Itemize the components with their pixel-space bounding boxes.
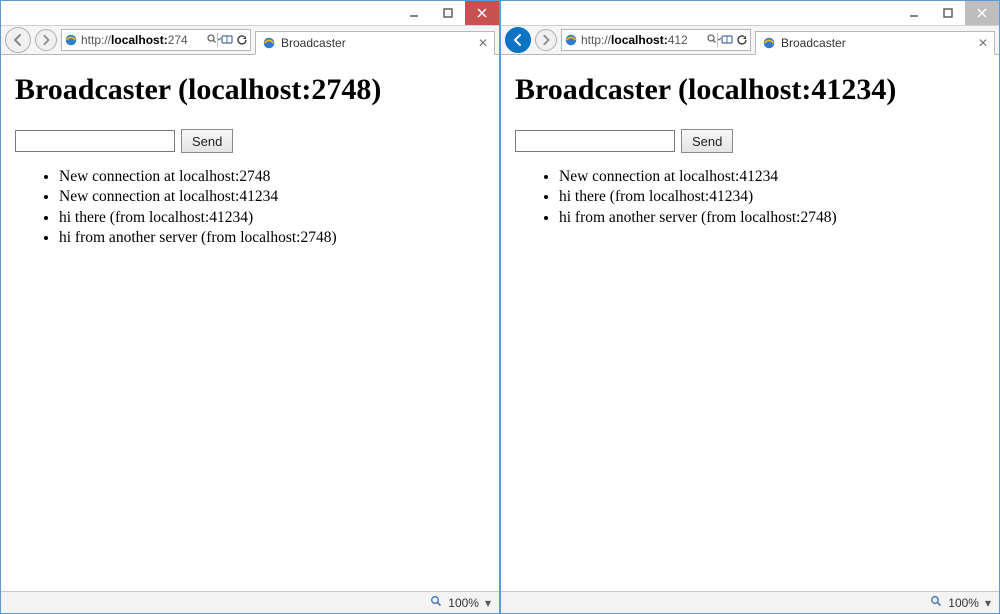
forward-button[interactable] — [35, 29, 57, 51]
browser-toolbar: http://localhost:412 — [501, 25, 999, 55]
message-form: Send — [15, 129, 485, 153]
status-bar: 100% ▾ — [1, 591, 499, 613]
ie-icon — [762, 36, 776, 50]
message-input[interactable] — [515, 130, 675, 152]
zoom-level: 100% — [448, 596, 479, 610]
forward-button[interactable] — [535, 29, 557, 51]
browser-window: http://localhost:274 — [0, 0, 500, 614]
message-input[interactable] — [15, 130, 175, 152]
ie-icon — [262, 36, 276, 50]
message-list: New connection at localhost:41234hi ther… — [515, 167, 985, 228]
ie-icon — [64, 33, 78, 47]
tab-close-icon[interactable]: ✕ — [978, 36, 988, 50]
search-dropdown-icon[interactable] — [206, 33, 214, 48]
zoom-icon[interactable] — [930, 595, 942, 610]
list-item: New connection at localhost:41234 — [59, 187, 485, 207]
ie-icon — [564, 33, 578, 47]
zoom-icon[interactable] — [430, 595, 442, 610]
page-title: Broadcaster (localhost:2748) — [15, 73, 485, 107]
list-item: hi there (from localhost:41234) — [559, 187, 985, 207]
close-button[interactable] — [965, 1, 999, 25]
list-item: New connection at localhost:41234 — [559, 167, 985, 187]
search-dropdown-icon[interactable] — [706, 33, 714, 48]
list-item: hi there (from localhost:41234) — [59, 208, 485, 228]
page-title: Broadcaster (localhost:41234) — [515, 73, 985, 107]
list-item: New connection at localhost:2748 — [59, 167, 485, 187]
address-bar[interactable]: http://localhost:274 — [61, 29, 251, 51]
zoom-level: 100% — [948, 596, 979, 610]
maximize-button[interactable] — [931, 1, 965, 25]
list-item: hi from another server (from localhost:2… — [559, 208, 985, 228]
minimize-button[interactable] — [897, 1, 931, 25]
send-button[interactable]: Send — [681, 129, 733, 153]
minimize-button[interactable] — [397, 1, 431, 25]
tab-title: Broadcaster — [781, 36, 973, 50]
back-button[interactable] — [5, 27, 31, 53]
browser-window: http://localhost:412 — [500, 0, 1000, 614]
list-item: hi from another server (from localhost:2… — [59, 228, 485, 248]
refresh-icon[interactable] — [736, 34, 748, 46]
message-list: New connection at localhost:2748New conn… — [15, 167, 485, 249]
addressbar-divider — [717, 33, 718, 47]
tab-close-icon[interactable]: ✕ — [478, 36, 488, 50]
close-button[interactable] — [465, 1, 499, 25]
addressbar-divider — [217, 33, 218, 47]
compat-view-icon[interactable] — [721, 34, 733, 46]
maximize-button[interactable] — [431, 1, 465, 25]
refresh-icon[interactable] — [236, 34, 248, 46]
status-bar: 100% ▾ — [501, 591, 999, 613]
zoom-dropdown-icon[interactable]: ▾ — [985, 596, 991, 610]
browser-toolbar: http://localhost:274 — [1, 25, 499, 55]
compat-view-icon[interactable] — [221, 34, 233, 46]
back-button[interactable] — [505, 27, 531, 53]
address-bar-url: http://localhost:412 — [581, 33, 703, 47]
address-bar-url: http://localhost:274 — [81, 33, 203, 47]
address-bar[interactable]: http://localhost:412 — [561, 29, 751, 51]
message-form: Send — [515, 129, 985, 153]
browser-tab[interactable]: Broadcaster ✕ — [255, 31, 495, 55]
tab-title: Broadcaster — [281, 36, 473, 50]
window-titlebar — [501, 1, 999, 25]
send-button[interactable]: Send — [181, 129, 233, 153]
page-content: Broadcaster (localhost:2748) Send New co… — [1, 55, 499, 591]
page-content: Broadcaster (localhost:41234) Send New c… — [501, 55, 999, 591]
zoom-dropdown-icon[interactable]: ▾ — [485, 596, 491, 610]
window-titlebar — [1, 1, 499, 25]
browser-tab[interactable]: Broadcaster ✕ — [755, 31, 995, 55]
